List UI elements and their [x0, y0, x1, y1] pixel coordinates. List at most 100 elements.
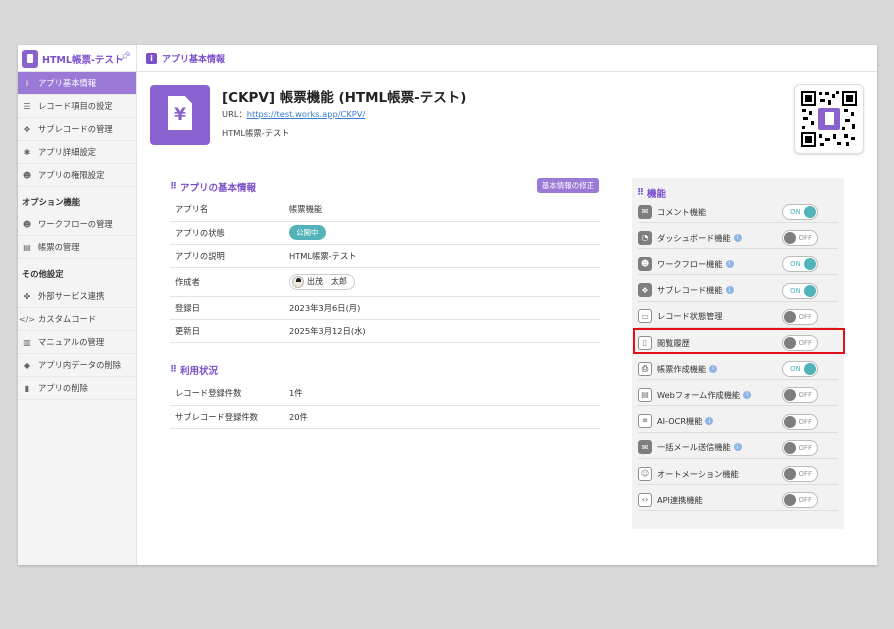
- sidebar-item[interactable]: ◆ アプリ内データの削除: [18, 354, 136, 377]
- feature-row: ‹› API連携機能 OFF: [638, 489, 838, 512]
- sidebar-item[interactable]: ☻ ワークフローの管理: [18, 213, 136, 236]
- feature-toggle[interactable]: ON: [782, 282, 818, 299]
- feature-toggle[interactable]: OFF: [782, 439, 818, 456]
- row-key: アプリの状態: [170, 221, 284, 245]
- creator-chip[interactable]: 出茂 太郎: [289, 273, 355, 290]
- info-icon[interactable]: i: [725, 259, 734, 268]
- table-row: 登録日 2023年3月6日(月): [170, 296, 600, 320]
- info-icon[interactable]: i: [743, 390, 752, 399]
- sidebar-item[interactable]: ☰ レコード項目の設定: [18, 95, 136, 118]
- workflow-icon: ☻: [22, 219, 32, 229]
- top-header: HTML帳票-テスト 📌︎ i アプリ基本情報: [18, 45, 877, 72]
- table-row: アプリの説明 HTML帳票-テスト: [170, 244, 600, 268]
- feature-name: 帳票作成機能: [657, 363, 707, 374]
- app-window: HTML帳票-テスト 📌︎ i アプリ基本情報 i アプリ基本情報 ☰ レコード項目の…: [18, 45, 877, 565]
- row-key: レコード登録件数: [170, 382, 284, 406]
- feature-toggle[interactable]: ON: [782, 204, 818, 220]
- toggle-knob: [804, 258, 816, 271]
- sidebar-item[interactable]: </> カスタムコード: [18, 308, 136, 331]
- trash-icon: ▮: [24, 383, 30, 393]
- users-icon: ☻: [22, 170, 32, 180]
- toggle-label: OFF: [798, 417, 812, 426]
- status-badge: 公開中: [289, 225, 326, 240]
- page-title: [CKPV] 帳票機能 (HTML帳票-テスト): [222, 90, 467, 106]
- feature-row: ⌗ AI-OCR機能 i OFF: [638, 411, 838, 433]
- info-icon[interactable]: i: [725, 286, 734, 295]
- sidebar-item[interactable]: ❖ サブレコードの管理: [18, 118, 136, 141]
- feature-toggle[interactable]: OFF: [782, 387, 818, 404]
- table-row: レコード登録件数 1件: [170, 382, 600, 406]
- info-icon[interactable]: i: [709, 364, 718, 373]
- feature-toggle[interactable]: OFF: [782, 492, 818, 509]
- table-row: アプリの状態 公開中: [170, 221, 600, 245]
- feature-toggle[interactable]: ON: [782, 361, 818, 378]
- sidebar-item[interactable]: ✱ アプリ詳細設定: [18, 141, 136, 164]
- toggle-knob: [804, 363, 816, 376]
- status-icon: ▭: [638, 309, 652, 324]
- feature-name: ダッシュボード機能: [657, 232, 731, 243]
- url-label: URL：: [222, 109, 247, 119]
- feature-row: ▭ レコード状態管理 OFF: [638, 306, 838, 328]
- toggle-knob: [784, 441, 796, 454]
- list-icon: ☰: [23, 101, 31, 111]
- feature-row: ◔ ダッシュボード機能 i OFF: [638, 227, 838, 250]
- usage-heading: ⠿ 利用状況: [170, 363, 218, 377]
- feature-toggle[interactable]: OFF: [782, 413, 818, 430]
- usage-title: 利用状況: [180, 366, 219, 377]
- sidebar-item-label: アプリ基本情報: [38, 78, 97, 88]
- app-brand[interactable]: HTML帳票-テスト 📌︎: [18, 45, 137, 72]
- sidebar-item-label: カスタムコード: [38, 314, 97, 324]
- qr-code: [794, 84, 864, 154]
- sidebar-item-label: アプリの削除: [38, 383, 88, 393]
- feature-row: ❖ サブレコード機能 i ON: [638, 280, 838, 302]
- breadcrumb-label: アプリ基本情報: [162, 55, 226, 65]
- toggle-label: ON: [790, 208, 801, 216]
- feature-toggle[interactable]: OFF: [782, 466, 818, 482]
- info-icon: i: [25, 78, 29, 88]
- toggle-knob: [784, 415, 796, 428]
- layers-icon: ❖: [23, 124, 31, 134]
- edit-basic-info-button[interactable]: 基本情報の修正: [537, 178, 599, 193]
- toggle-label: ON: [790, 365, 801, 374]
- feature-row: ▤ Webフォーム作成機能 i OFF: [638, 384, 838, 407]
- sidebar: i アプリ基本情報 ☰ レコード項目の設定 ❖ サブレコードの管理 ✱ アプリ詳細設定 ☻ アプリ…: [18, 72, 137, 565]
- toggle-knob: [784, 468, 796, 480]
- api-icon: ‹›: [638, 492, 652, 507]
- toggle-knob: [784, 310, 796, 323]
- feature-name: サブレコード機能: [657, 285, 723, 296]
- feature-name: レコード状態管理: [657, 311, 723, 322]
- feature-name: Webフォーム作成機能: [657, 389, 741, 400]
- pin-icon[interactable]: 📌︎: [120, 52, 131, 62]
- sidebar-item-label: マニュアルの管理: [38, 337, 105, 347]
- created-date: 2023年3月6日(月): [284, 296, 600, 320]
- app-url-link[interactable]: https://test.works.app/CKPV/: [247, 109, 365, 119]
- comment-icon: ✉: [638, 204, 652, 219]
- basic-info-title: アプリの基本情報: [180, 183, 257, 194]
- creator-name: 出茂 太郎: [307, 277, 347, 286]
- feature-name: ワークフロー機能: [657, 258, 723, 269]
- sidebar-item[interactable]: ☻ アプリの権限設定: [18, 164, 136, 187]
- toggle-label: OFF: [798, 312, 812, 321]
- sidebar-item[interactable]: ▮ アプリの削除: [18, 377, 136, 400]
- feature-row: ☻ ワークフロー機能 i ON: [638, 253, 838, 276]
- feature-toggle[interactable]: OFF: [782, 308, 818, 325]
- sidebar-item[interactable]: ▥ マニュアルの管理: [18, 331, 136, 354]
- info-icon[interactable]: i: [733, 233, 742, 242]
- feature-name: オートメーション機能: [657, 468, 739, 479]
- sidebar-item-label: サブレコードの管理: [38, 124, 113, 134]
- grip-icon: ⠿: [170, 365, 177, 375]
- sidebar-item[interactable]: i アプリ基本情報: [18, 72, 136, 95]
- feature-name: AI-OCR機能: [657, 416, 703, 427]
- feature-toggle[interactable]: ON: [782, 256, 818, 273]
- info-icon[interactable]: i: [733, 443, 742, 452]
- sidebar-item[interactable]: ✤ 外部サービス連携: [18, 285, 136, 308]
- info-icon[interactable]: i: [705, 417, 714, 426]
- grip-icon: ⠿: [170, 182, 177, 192]
- row-key: 登録日: [170, 296, 284, 320]
- feature-toggle[interactable]: OFF: [782, 230, 818, 247]
- feature-name: API連携機能: [657, 494, 703, 505]
- table-row: 作成者 出茂 太郎: [170, 267, 600, 297]
- gear-icon: ✱: [23, 147, 31, 157]
- feature-row: ⎙ 帳票作成機能 i ON: [638, 358, 838, 381]
- sidebar-item[interactable]: ▤ 帳票の管理: [18, 236, 136, 259]
